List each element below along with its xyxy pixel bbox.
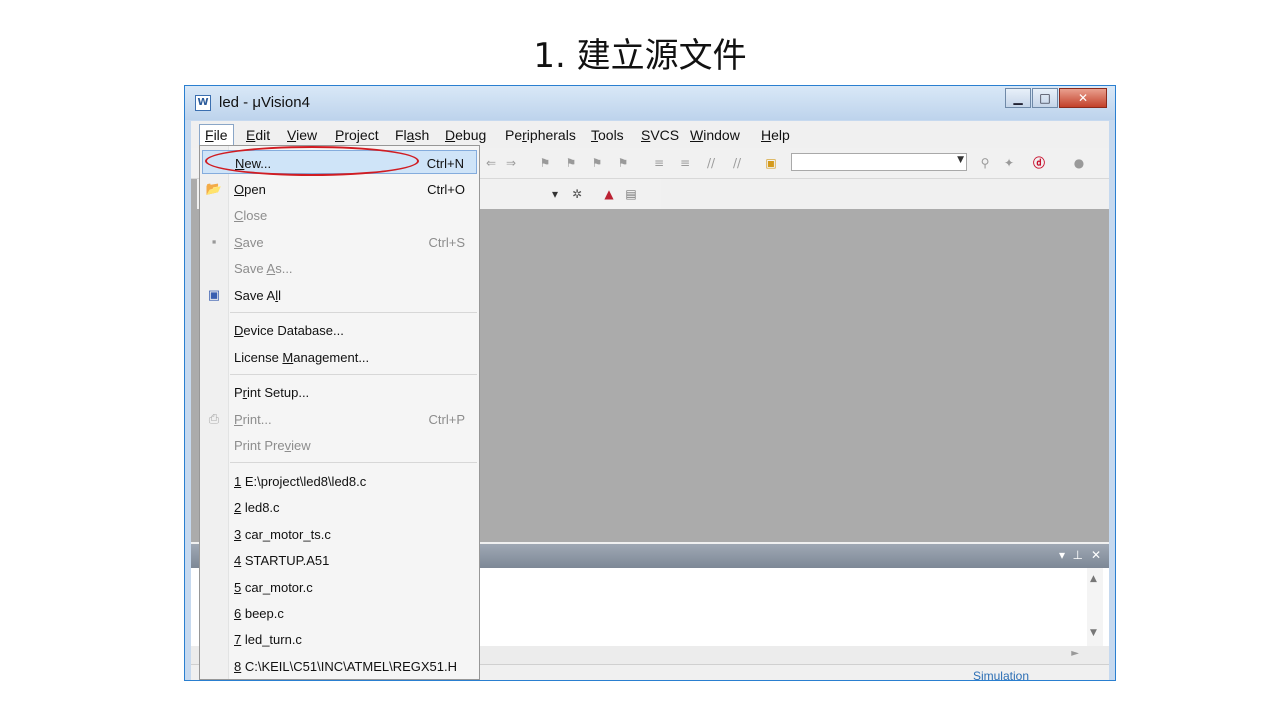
- menu-item-shortcut: Ctrl+N: [426, 156, 464, 171]
- save-disk-icon: ▪: [211, 234, 217, 249]
- output-vertical-scrollbar[interactable]: ▲ ▼: [1087, 568, 1103, 646]
- unindent-icon[interactable]: ≡: [677, 156, 693, 170]
- scroll-down-icon[interactable]: ▼: [1090, 628, 1097, 638]
- indent-icon[interactable]: ≡: [651, 156, 667, 170]
- menu-item-save[interactable]: ▪ Save Ctrl+S: [202, 230, 477, 254]
- bookmark-next-icon[interactable]: ⚑: [589, 156, 605, 170]
- menu-window[interactable]: Window: [690, 127, 740, 143]
- menu-separator: [230, 374, 477, 375]
- manage-components-icon[interactable]: ▲: [601, 187, 617, 201]
- menu-item-print-setup[interactable]: Print Setup...: [202, 380, 477, 404]
- panel-pin-icon[interactable]: ⊥: [1073, 548, 1083, 562]
- menu-item-print-preview[interactable]: Print Preview: [202, 433, 477, 457]
- recent-file-item[interactable]: 4 STARTUP.A51: [202, 548, 477, 572]
- slide-title: 1. 建立源文件: [533, 36, 747, 76]
- recent-file-item[interactable]: 8 C:\KEIL\C51\INC\ATMEL\REGX51.H: [202, 654, 477, 678]
- recent-file-item[interactable]: 6 beep.c: [202, 601, 477, 625]
- menu-separator: [230, 462, 477, 463]
- menu-item-label: New...: [235, 156, 272, 171]
- menu-item-close[interactable]: Close: [202, 203, 477, 227]
- nav-forward-icon[interactable]: ⇒: [503, 156, 519, 170]
- menu-item-label: Save As...: [234, 261, 293, 276]
- uvision-app-icon[interactable]: W: [195, 95, 211, 111]
- target-dropdown-arrow-icon[interactable]: ▾: [547, 187, 563, 201]
- menu-item-label: Device Database...: [234, 323, 344, 338]
- bookmark-icon[interactable]: ⚑: [537, 156, 553, 170]
- scroll-right-icon[interactable]: ►: [1071, 648, 1079, 659]
- combo-arrow-icon[interactable]: ▼: [957, 155, 964, 165]
- minimize-icon: ▁: [1013, 91, 1023, 105]
- incremental-find-icon[interactable]: ✦: [1001, 156, 1017, 170]
- maximize-icon: □: [1039, 91, 1051, 105]
- recent-file-item[interactable]: 3 car_motor_ts.c: [202, 522, 477, 546]
- find-icon[interactable]: ⚲: [977, 156, 993, 170]
- menu-bar: File Edit View Project Flash Debug Perip…: [191, 121, 1109, 148]
- menu-item-label: Save All: [234, 288, 281, 303]
- menu-item-save-all[interactable]: ▣ Save All: [202, 283, 477, 307]
- printer-icon: ⎙: [208, 411, 220, 426]
- select-packs-icon[interactable]: ▤: [623, 187, 639, 201]
- menu-item-license-management[interactable]: License Management...: [202, 345, 477, 369]
- comment-icon[interactable]: //: [703, 156, 719, 170]
- menu-item-label: Print...: [234, 412, 272, 427]
- menu-flash[interactable]: Flash: [395, 127, 429, 143]
- uncomment-icon[interactable]: //: [729, 156, 745, 170]
- target-options-icon[interactable]: ✲: [569, 187, 585, 201]
- menu-item-open[interactable]: 📂 Open Ctrl+O: [202, 177, 477, 201]
- menu-debug[interactable]: Debug: [445, 127, 486, 143]
- menu-item-label: License Management...: [234, 350, 370, 365]
- find-combo[interactable]: ▼: [791, 153, 967, 171]
- window-title: led - μVision4: [219, 94, 310, 111]
- menu-item-label: Close: [234, 208, 268, 223]
- menu-item-shortcut: Ctrl+O: [427, 182, 465, 197]
- menu-svcs[interactable]: SVCS: [641, 127, 679, 143]
- menu-item-label: Save: [234, 235, 264, 250]
- bookmark-clear-icon[interactable]: ⚑: [615, 156, 631, 170]
- save-all-icon: ▣: [207, 287, 221, 302]
- open-folder-icon: 📂: [205, 181, 223, 196]
- close-icon: ✕: [1077, 91, 1089, 105]
- menu-item-label: Print Setup...: [234, 385, 310, 400]
- menu-peripherals[interactable]: Peripherals: [505, 127, 576, 143]
- recent-file-item[interactable]: 1 E:\project\led8\led8.c: [202, 469, 477, 493]
- nav-back-icon[interactable]: ⇐: [483, 156, 499, 170]
- menu-item-label: Print Preview: [234, 438, 311, 453]
- panel-dropdown-icon[interactable]: ▾: [1059, 548, 1065, 562]
- status-mode: Simulation: [972, 669, 1029, 681]
- recent-file-item[interactable]: 7 led_turn.c: [202, 627, 477, 651]
- close-button[interactable]: ✕: [1059, 88, 1107, 108]
- menu-item-save-as[interactable]: Save As...: [202, 256, 477, 280]
- menu-item-shortcut: Ctrl+P: [428, 412, 465, 427]
- menu-item-new[interactable]: New... Ctrl+N: [202, 150, 477, 174]
- file-menu-dropdown: New... Ctrl+N 📂 Open Ctrl+O Close ▪ Save…: [199, 145, 480, 680]
- menu-item-print[interactable]: ⎙ Print... Ctrl+P: [202, 407, 477, 431]
- maximize-button[interactable]: □: [1032, 88, 1058, 108]
- menu-item-device-database[interactable]: Device Database...: [202, 318, 477, 342]
- debug-session-icon[interactable]: ⓓ: [1031, 156, 1047, 170]
- recent-file-item[interactable]: 2 led8.c: [202, 495, 477, 519]
- menu-separator: [230, 312, 477, 313]
- menu-item-shortcut: Ctrl+S: [428, 235, 465, 250]
- scroll-up-icon[interactable]: ▲: [1090, 574, 1097, 584]
- bookmark-prev-icon[interactable]: ⚑: [563, 156, 579, 170]
- title-bar[interactable]: W led - μVision4 ▁ □ ✕: [185, 86, 1115, 120]
- breakpoint-icon[interactable]: ●: [1071, 156, 1087, 170]
- menu-edit[interactable]: Edit: [246, 127, 270, 143]
- menu-view[interactable]: View: [287, 127, 317, 143]
- minimize-button[interactable]: ▁: [1005, 88, 1031, 108]
- recent-file-item[interactable]: 5 car_motor.c: [202, 575, 477, 599]
- menu-project[interactable]: Project: [335, 127, 379, 143]
- menu-help[interactable]: Help: [761, 127, 790, 143]
- menu-item-label: Open: [234, 182, 266, 197]
- panel-close-icon[interactable]: ✕: [1091, 548, 1101, 562]
- menu-tools[interactable]: Tools: [591, 127, 624, 143]
- find-in-files-icon[interactable]: ▣: [763, 156, 779, 170]
- menu-file[interactable]: File: [199, 124, 234, 146]
